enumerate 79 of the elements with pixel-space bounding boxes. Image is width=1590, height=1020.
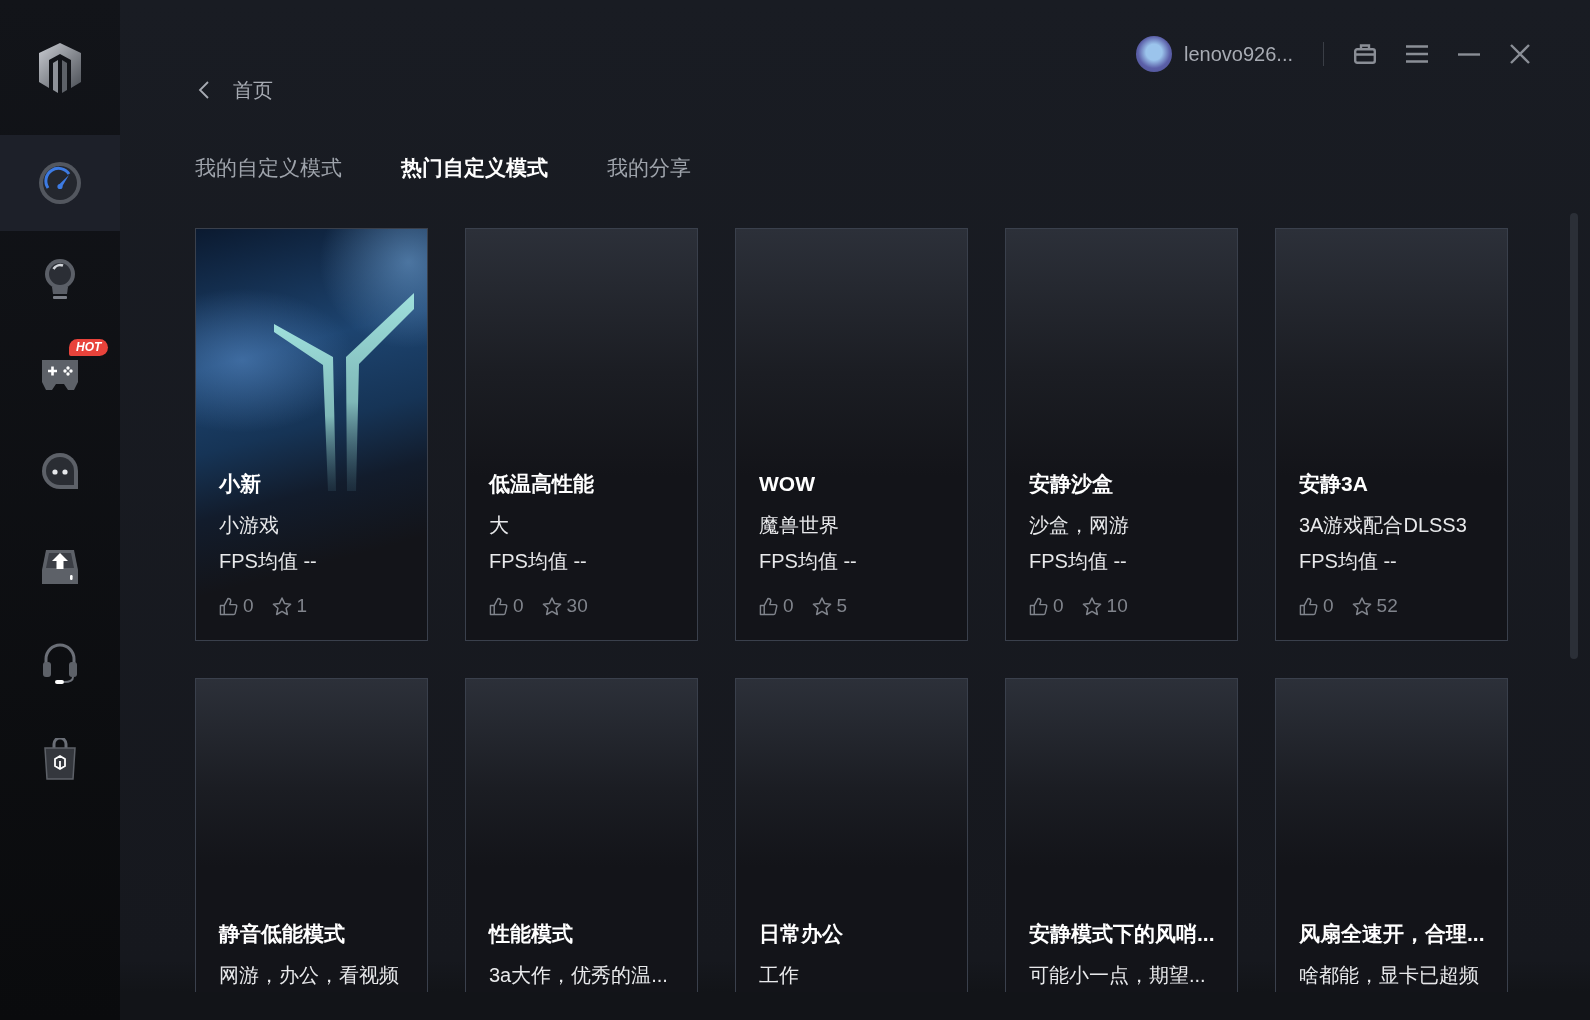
favorite-count: 52: [1376, 595, 1398, 617]
thumbs-up-icon[interactable]: [1029, 596, 1048, 616]
mode-card[interactable]: 安静沙盒 沙盒，网游 FPS均值 -- 0 10: [1005, 228, 1238, 641]
star-icon[interactable]: [1081, 596, 1102, 616]
mode-card[interactable]: 低温高性能 大 FPS均值 -- 0 30: [465, 228, 698, 641]
card-title: 安静3A: [1299, 471, 1369, 497]
card-title: 日常办公: [759, 921, 844, 947]
minimize-button[interactable]: [1458, 52, 1480, 56]
sidebar-item[interactable]: HOT: [0, 327, 120, 423]
card-description: 魔兽世界: [759, 513, 840, 538]
close-button[interactable]: [1510, 44, 1530, 64]
card-description: 大: [489, 513, 510, 538]
thumbs-up-icon[interactable]: [219, 596, 238, 616]
tab[interactable]: 我的自定义模式: [195, 153, 342, 183]
mode-card[interactable]: 静音低能模式 网游，办公，看视频: [195, 678, 428, 992]
chevron-left-icon: [198, 81, 209, 99]
card-description: 沙盒，网游: [1029, 513, 1130, 538]
mode-card[interactable]: 性能模式 3a大作，优秀的温...: [465, 678, 698, 992]
card-title: 安静模式下的风哨...: [1029, 921, 1216, 947]
toolbox-button[interactable]: [1354, 44, 1376, 64]
star-icon[interactable]: [541, 596, 562, 616]
fps-average: FPS均值 --: [759, 549, 858, 574]
mode-card[interactable]: 风扇全速开，合理... 啥都能，显卡已超频: [1275, 678, 1508, 992]
upload-tray-icon: [40, 548, 80, 586]
favorite-count: 10: [1106, 595, 1128, 617]
username[interactable]: lenovo926...: [1184, 42, 1293, 66]
tab[interactable]: 我的分享: [607, 153, 691, 183]
card-title: 性能模式: [489, 921, 574, 947]
tab[interactable]: 热门自定义模式: [401, 153, 548, 183]
shopping-bag-icon: [42, 738, 78, 780]
star-icon[interactable]: [811, 596, 832, 616]
favorite-count: 30: [566, 595, 588, 617]
card-title: 安静沙盒: [1029, 471, 1114, 497]
like-count: 0: [783, 595, 794, 617]
card-description: 小游戏: [219, 513, 280, 538]
card-description: 3A游戏配合DLSS3: [1299, 513, 1468, 538]
card-title: 风扇全速开，合理...: [1299, 921, 1486, 947]
menu-button[interactable]: [1406, 45, 1428, 63]
cube-logo-icon: [37, 41, 83, 94]
menu-icon: [1406, 45, 1428, 63]
chat-bubble-icon: [40, 451, 80, 491]
mode-card[interactable]: 安静模式下的风哨... 可能小一点，期望...: [1005, 678, 1238, 992]
scrollbar[interactable]: [1570, 213, 1578, 659]
briefcase-icon: [1354, 44, 1376, 64]
card-title: 静音低能模式: [219, 921, 346, 947]
close-icon: [1510, 44, 1530, 64]
minimize-icon: [1458, 52, 1480, 56]
star-icon[interactable]: [271, 596, 292, 616]
card-description: 可能小一点，期望...: [1029, 963, 1207, 988]
thumbs-up-icon[interactable]: [759, 596, 778, 616]
fps-average: FPS均值 --: [1299, 549, 1398, 574]
fps-average: FPS均值 --: [219, 549, 318, 574]
like-count: 0: [1323, 595, 1334, 617]
mode-card[interactable]: WOW 魔兽世界 FPS均值 -- 0 5: [735, 228, 968, 641]
card-description: 网游，办公，看视频: [219, 963, 400, 988]
favorite-count: 5: [836, 595, 848, 617]
card-title: 小新: [219, 471, 262, 497]
card-description: 3a大作，优秀的温...: [489, 963, 669, 988]
fps-average: FPS均值 --: [1029, 549, 1128, 574]
gauge-icon: [38, 161, 82, 205]
thumbs-up-icon[interactable]: [489, 596, 508, 616]
card-title: 低温高性能: [489, 471, 595, 497]
mode-card[interactable]: 安静3A 3A游戏配合DLSS3 FPS均值 -- 0 52: [1275, 228, 1508, 641]
back-link[interactable]: 首页: [195, 76, 273, 104]
hot-badge: HOT: [69, 339, 109, 356]
fps-average: FPS均值 --: [489, 549, 588, 574]
thumbs-up-icon[interactable]: [1299, 596, 1318, 616]
card-title: WOW: [759, 471, 816, 497]
like-count: 0: [1053, 595, 1064, 617]
card-description: 啥都能，显卡已超频: [1299, 963, 1480, 988]
like-count: 0: [513, 595, 524, 617]
user-avatar[interactable]: [1136, 36, 1172, 72]
headset-icon: [40, 641, 80, 685]
mode-card[interactable]: 小新 小游戏 FPS均值 -- 0 1: [195, 228, 428, 641]
card-description: 工作: [759, 963, 800, 988]
like-count: 0: [243, 595, 254, 617]
star-icon[interactable]: [1351, 596, 1372, 616]
mode-card[interactable]: 日常办公 工作: [735, 678, 968, 992]
favorite-count: 1: [296, 595, 308, 617]
